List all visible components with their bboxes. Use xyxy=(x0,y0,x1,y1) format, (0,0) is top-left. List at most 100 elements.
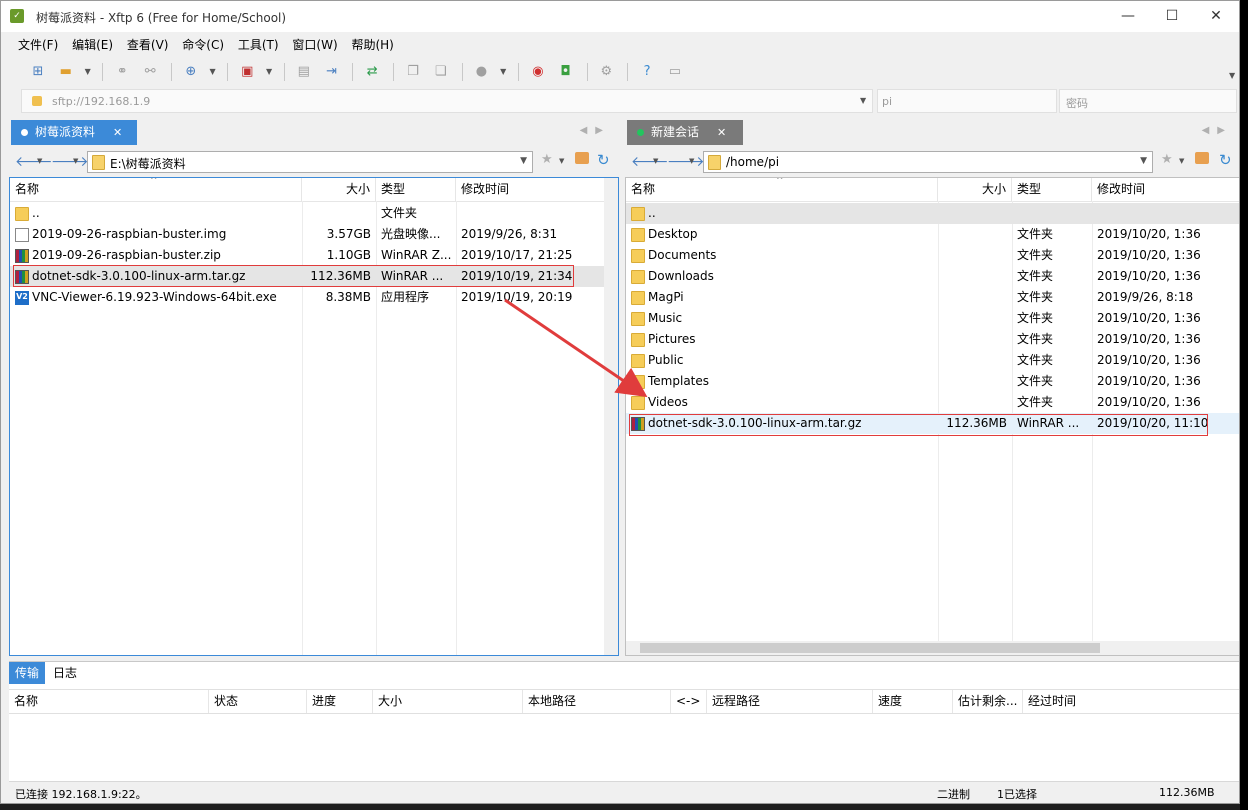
open-folder-icon[interactable]: ▬ xyxy=(55,61,77,83)
chevron-down-icon[interactable]: ▼ xyxy=(1140,156,1147,166)
tab-remote-session[interactable]: 新建会话 ✕ xyxy=(627,120,743,145)
column-direction[interactable]: <-> xyxy=(671,690,707,713)
column-name[interactable]: 名称 ^ xyxy=(10,178,302,201)
new-session-icon[interactable]: ⊞ xyxy=(27,61,49,83)
home-icon[interactable] xyxy=(1195,152,1209,164)
home-icon[interactable] xyxy=(575,152,589,164)
refresh-icon[interactable]: ↻ xyxy=(1219,151,1232,169)
chevron-down-icon[interactable]: ▼ xyxy=(860,96,866,105)
forward-arrow-icon[interactable]: 🡒 xyxy=(667,153,705,170)
maximize-button[interactable]: ☐ xyxy=(1149,1,1195,32)
paste-icon[interactable]: ❏ xyxy=(430,61,452,83)
vertical-scrollbar[interactable] xyxy=(604,178,618,655)
tab-scroll-arrows[interactable]: ◀▶ xyxy=(1202,125,1233,136)
menu-window[interactable]: 窗口(W) xyxy=(287,34,342,56)
column-progress[interactable]: 进度 xyxy=(307,690,373,713)
sync-icon[interactable]: ⇄ xyxy=(361,61,383,83)
table-row[interactable]: .. xyxy=(626,203,1239,224)
tab-scroll-arrows[interactable]: ◀▶ xyxy=(580,125,611,136)
disconnect-icon[interactable]: ⚯ xyxy=(139,61,161,83)
open-dropdown-icon[interactable]: ▼ xyxy=(83,61,93,83)
column-name[interactable]: 名称 ^ xyxy=(626,178,938,201)
local-file-list[interactable]: 名称 ^ 大小 类型 修改时间 .. 文件夹 2019-09-26-raspbia… xyxy=(9,177,619,656)
encoding-dropdown-icon[interactable]: ▼ xyxy=(498,61,508,83)
star-icon[interactable]: ★ xyxy=(1161,152,1173,167)
password-field[interactable]: 密码 xyxy=(1059,89,1237,113)
toolbar-overflow-icon[interactable]: ▼ xyxy=(1229,71,1235,80)
connect-icon[interactable]: ⚭ xyxy=(111,61,133,83)
username-field[interactable]: pi xyxy=(877,89,1057,113)
refresh-icon[interactable]: ↻ xyxy=(597,151,610,169)
table-row[interactable]: Templates 文件夹 2019/10/20, 1:36 xyxy=(626,371,1239,392)
menu-view[interactable]: 查看(V) xyxy=(122,34,174,56)
menu-edit[interactable]: 编辑(E) xyxy=(67,34,118,56)
column-size[interactable]: 大小 xyxy=(302,178,376,201)
forward-arrow-icon[interactable]: 🡒 xyxy=(51,153,89,170)
column-local-path[interactable]: 本地路径 xyxy=(523,690,671,713)
remote-file-list[interactable]: 名称 ^ 大小 类型 修改时间 .. Desktop 文件夹 2019/10/20… xyxy=(625,177,1239,656)
scrollbar-thumb[interactable] xyxy=(640,643,1100,653)
chat-icon[interactable]: ▭ xyxy=(664,61,686,83)
table-row[interactable]: .. 文件夹 xyxy=(10,203,618,224)
table-row[interactable]: V2 VNC-Viewer-6.19.923-Windows-64bit.exe … xyxy=(10,287,618,308)
menu-tools[interactable]: 工具(T) xyxy=(233,34,284,56)
copy-icon[interactable]: ❐ xyxy=(402,61,424,83)
table-row[interactable]: Documents 文件夹 2019/10/20, 1:36 xyxy=(626,245,1239,266)
favorites-dropdown-icon[interactable]: ▼ xyxy=(1179,157,1184,165)
remote-path-input[interactable]: /home/pi ▼ xyxy=(703,151,1153,173)
column-size[interactable]: 大小 xyxy=(938,178,1012,201)
help-icon[interactable]: ? xyxy=(636,61,658,83)
table-row[interactable]: Downloads 文件夹 2019/10/20, 1:36 xyxy=(626,266,1239,287)
menu-command[interactable]: 命令(C) xyxy=(177,34,229,56)
column-name[interactable]: 名称 xyxy=(9,690,209,713)
back-dropdown-icon[interactable]: ▼ xyxy=(37,157,42,165)
column-type[interactable]: 类型 xyxy=(1012,178,1092,201)
table-row[interactable]: Public 文件夹 2019/10/20, 1:36 xyxy=(626,350,1239,371)
table-row[interactable]: 2019-09-26-raspbian-buster.zip 1.10GB Wi… xyxy=(10,245,618,266)
terminal-dropdown-icon[interactable]: ▼ xyxy=(264,61,274,83)
column-elapsed[interactable]: 经过时间 xyxy=(1023,690,1239,713)
tab-local-session[interactable]: 树莓派资料 ✕ xyxy=(11,120,137,145)
back-arrow-icon[interactable]: 🡐 xyxy=(15,153,53,170)
menu-help[interactable]: 帮助(H) xyxy=(346,34,398,56)
table-row[interactable]: Videos 文件夹 2019/10/20, 1:36 xyxy=(626,392,1239,413)
minimize-button[interactable]: — xyxy=(1105,1,1151,32)
column-type[interactable]: 类型 xyxy=(376,178,456,201)
host-field[interactable]: sftp://192.168.1.9 ▼ xyxy=(21,89,873,113)
table-row[interactable]: 2019-09-26-raspbian-buster.img 3.57GB 光盘… xyxy=(10,224,618,245)
table-row[interactable]: Pictures 文件夹 2019/10/20, 1:36 xyxy=(626,329,1239,350)
menu-file[interactable]: 文件(F) xyxy=(13,34,63,56)
column-remote-path[interactable]: 远程路径 xyxy=(707,690,873,713)
close-icon[interactable]: ✕ xyxy=(717,126,726,139)
forward-dropdown-icon[interactable]: ▼ xyxy=(73,157,78,165)
column-status[interactable]: 状态 xyxy=(209,690,307,713)
chevron-down-icon[interactable]: ▼ xyxy=(520,156,527,166)
new-tab-icon[interactable]: ⊕ xyxy=(180,61,202,83)
table-row[interactable]: MagPi 文件夹 2019/9/26, 8:18 xyxy=(626,287,1239,308)
column-speed[interactable]: 速度 xyxy=(873,690,953,713)
close-button[interactable]: ✕ xyxy=(1193,1,1239,32)
settings-icon[interactable]: ⚙ xyxy=(595,61,617,83)
encoding-icon[interactable]: ● xyxy=(470,61,492,83)
xshell-icon[interactable]: ◉ xyxy=(527,61,549,83)
forward-dropdown-icon[interactable]: ▼ xyxy=(689,157,694,165)
tab-log[interactable]: 日志 xyxy=(47,662,83,684)
column-size[interactable]: 大小 xyxy=(373,690,523,713)
transfer-icon[interactable]: ⇥ xyxy=(321,61,343,83)
star-icon[interactable]: ★ xyxy=(541,152,553,167)
favorites-dropdown-icon[interactable]: ▼ xyxy=(559,157,564,165)
new-tab-dropdown-icon[interactable]: ▼ xyxy=(208,61,218,83)
back-arrow-icon[interactable]: 🡐 xyxy=(631,153,669,170)
xftp-tool-icon[interactable]: ◘ xyxy=(555,61,577,83)
column-modified[interactable]: 修改时间 xyxy=(456,178,606,201)
close-icon[interactable]: ✕ xyxy=(113,126,122,139)
local-path-input[interactable]: E:\树莓派资料 ▼ xyxy=(87,151,533,173)
table-row[interactable]: Music 文件夹 2019/10/20, 1:36 xyxy=(626,308,1239,329)
tab-transfer[interactable]: 传输 xyxy=(9,662,46,684)
horizontal-scrollbar[interactable] xyxy=(626,641,1239,655)
back-dropdown-icon[interactable]: ▼ xyxy=(653,157,658,165)
properties-icon[interactable]: ▤ xyxy=(293,61,315,83)
terminal-icon[interactable]: ▣ xyxy=(236,61,258,83)
column-eta[interactable]: 估计剩余... xyxy=(953,690,1023,713)
column-modified[interactable]: 修改时间 xyxy=(1092,178,1239,201)
